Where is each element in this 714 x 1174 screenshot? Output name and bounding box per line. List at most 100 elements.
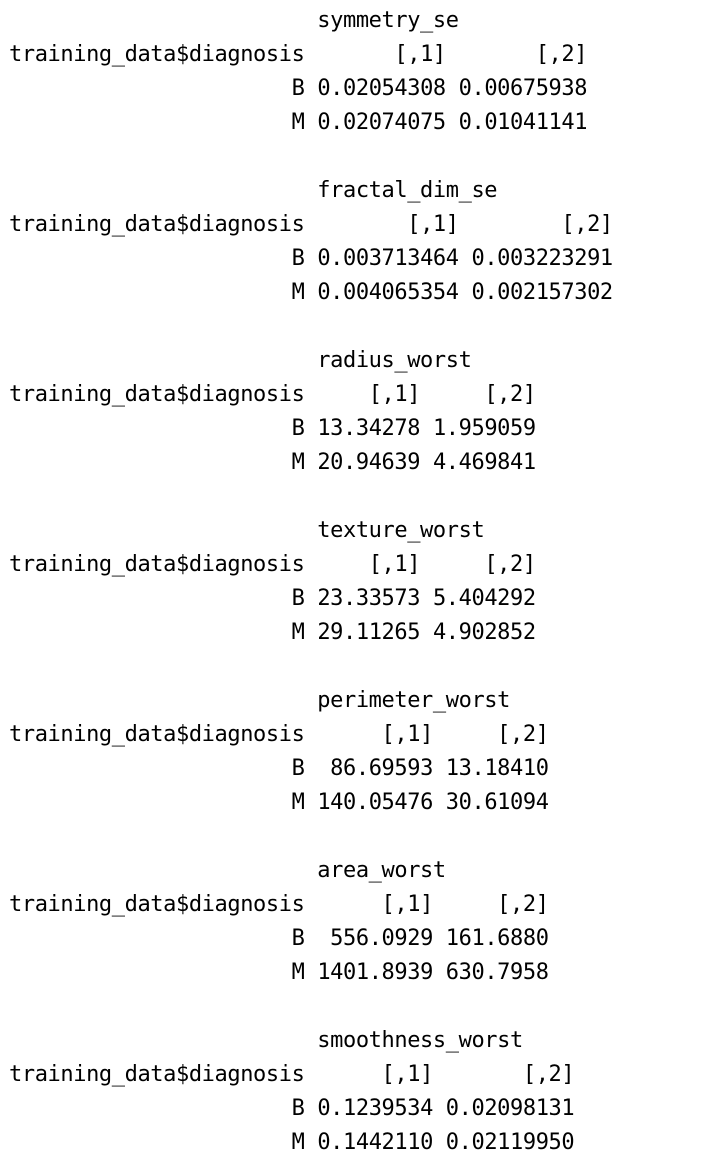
value-mean: 86.69593 bbox=[330, 756, 433, 781]
value-sd: 13.18410 bbox=[445, 756, 549, 781]
value-mean: 140.05476 bbox=[317, 790, 433, 815]
row-label-header: training_data$diagnosis bbox=[9, 552, 305, 577]
row-label: B bbox=[291, 926, 305, 951]
value-mean: 0.02074075 bbox=[317, 110, 446, 135]
value-sd: 0.002157302 bbox=[471, 280, 613, 305]
variable-name: perimeter_worst bbox=[317, 688, 510, 713]
table-header-line: training_data$diagnosis [,1] [,2] bbox=[9, 1058, 613, 1092]
row-label-header: training_data$diagnosis bbox=[9, 892, 305, 917]
block-separator bbox=[9, 140, 613, 174]
row-label-header: training_data$diagnosis bbox=[9, 382, 305, 407]
value-sd: 0.003223291 bbox=[471, 246, 613, 271]
row-label: B bbox=[291, 1096, 305, 1121]
table-row: M 140.05476 30.61094 bbox=[9, 786, 613, 820]
row-label: M bbox=[291, 280, 305, 305]
r-console-output: symmetry_se training_data$diagnosis [,1] … bbox=[9, 4, 613, 1160]
row-label-header: training_data$diagnosis bbox=[9, 42, 305, 67]
value-mean: 23.33573 bbox=[317, 586, 421, 611]
variable-name-line: fractal_dim_se bbox=[9, 174, 613, 208]
variable-name-line: smoothness_worst bbox=[9, 1024, 613, 1058]
table-row: B 86.69593 13.18410 bbox=[9, 752, 613, 786]
column-header-1: [,1] bbox=[381, 1062, 434, 1087]
row-label-header: training_data$diagnosis bbox=[9, 1062, 305, 1087]
variable-name: fractal_dim_se bbox=[317, 178, 498, 203]
variable-name-line: radius_worst bbox=[9, 344, 613, 378]
column-header-1: [,1] bbox=[394, 42, 446, 67]
variable-name: radius_worst bbox=[317, 348, 472, 373]
table-row: M 0.02074075 0.01041141 bbox=[9, 106, 613, 140]
value-sd: 0.01041141 bbox=[458, 110, 588, 135]
table-row: B 0.1239534 0.02098131 bbox=[9, 1092, 613, 1126]
table-header-line: training_data$diagnosis [,1] [,2] bbox=[9, 888, 613, 922]
row-label: B bbox=[291, 756, 305, 781]
value-sd: 161.6880 bbox=[445, 926, 549, 951]
table-header-line: training_data$diagnosis [,1] [,2] bbox=[9, 548, 613, 582]
table-header-line: training_data$diagnosis [,1] [,2] bbox=[9, 378, 613, 412]
column-header-1: [,1] bbox=[407, 212, 459, 237]
column-header-1: [,1] bbox=[368, 552, 421, 577]
column-header-1: [,1] bbox=[381, 722, 434, 747]
value-mean: 0.1239534 bbox=[317, 1096, 433, 1121]
variable-name: symmetry_se bbox=[317, 8, 459, 33]
table-row: B 556.0929 161.6880 bbox=[9, 922, 613, 956]
value-mean: 20.94639 bbox=[317, 450, 421, 475]
row-label-header: training_data$diagnosis bbox=[9, 212, 305, 237]
column-header-2: [,2] bbox=[522, 1062, 575, 1087]
value-mean: 556.0929 bbox=[330, 926, 433, 951]
table-header-line: training_data$diagnosis [,1] [,2] bbox=[9, 208, 613, 242]
table-header-line: training_data$diagnosis [,1] [,2] bbox=[9, 38, 613, 72]
row-label: B bbox=[291, 246, 305, 271]
table-row: B 0.02054308 0.00675938 bbox=[9, 72, 613, 106]
value-mean: 1401.8939 bbox=[317, 960, 433, 985]
variable-name: texture_worst bbox=[317, 518, 485, 543]
row-label: B bbox=[291, 416, 305, 441]
value-sd: 4.902852 bbox=[432, 620, 536, 645]
variable-name: smoothness_worst bbox=[317, 1028, 523, 1053]
block-separator bbox=[9, 650, 613, 684]
variable-name-line: texture_worst bbox=[9, 514, 613, 548]
table-row: M 1401.8939 630.7958 bbox=[9, 956, 613, 990]
row-label-header: training_data$diagnosis bbox=[9, 722, 305, 747]
column-header-2: [,2] bbox=[561, 212, 613, 237]
table-row: B 23.33573 5.404292 bbox=[9, 582, 613, 616]
column-header-2: [,2] bbox=[535, 42, 588, 67]
variable-name-line: perimeter_worst bbox=[9, 684, 613, 718]
table-row: M 0.004065354 0.002157302 bbox=[9, 276, 614, 310]
value-sd: 0.02098131 bbox=[445, 1096, 575, 1121]
column-header-1: [,1] bbox=[381, 892, 434, 917]
table-row: M 0.1442110 0.02119950 bbox=[9, 1126, 613, 1160]
variable-name-line: symmetry_se bbox=[9, 4, 613, 38]
table-header-line: training_data$diagnosis [,1] [,2] bbox=[9, 718, 613, 752]
row-label: M bbox=[291, 960, 305, 985]
column-header-2: [,2] bbox=[497, 892, 549, 917]
row-label: M bbox=[291, 620, 305, 645]
variable-name-line: area_worst bbox=[9, 854, 613, 888]
block-separator bbox=[9, 310, 613, 344]
column-header-1: [,1] bbox=[368, 382, 421, 407]
value-sd: 5.404292 bbox=[432, 586, 536, 611]
value-mean: 13.34278 bbox=[317, 416, 421, 441]
value-mean: 0.003713464 bbox=[317, 246, 459, 271]
value-mean: 0.1442110 bbox=[317, 1130, 433, 1155]
column-header-2: [,2] bbox=[497, 722, 549, 747]
table-row: B 13.34278 1.959059 bbox=[9, 412, 613, 446]
row-label: M bbox=[291, 1130, 305, 1155]
block-separator bbox=[9, 990, 613, 1024]
variable-name: area_worst bbox=[317, 858, 446, 883]
row-label: M bbox=[291, 110, 305, 135]
row-label: M bbox=[291, 790, 305, 815]
value-mean: 0.004065354 bbox=[317, 280, 459, 305]
row-label: M bbox=[291, 450, 305, 475]
block-separator bbox=[9, 480, 613, 514]
value-sd: 0.00675938 bbox=[458, 76, 588, 101]
table-row: M 29.11265 4.902852 bbox=[9, 616, 613, 650]
row-label: B bbox=[291, 76, 305, 101]
column-header-2: [,2] bbox=[484, 552, 536, 577]
value-sd: 4.469841 bbox=[432, 450, 536, 475]
block-separator bbox=[9, 820, 613, 854]
value-sd: 30.61094 bbox=[445, 790, 549, 815]
table-row: B 0.003713464 0.003223291 bbox=[9, 242, 614, 276]
row-label: B bbox=[291, 586, 305, 611]
value-mean: 0.02054308 bbox=[317, 76, 446, 101]
table-row: M 20.94639 4.469841 bbox=[9, 446, 613, 480]
